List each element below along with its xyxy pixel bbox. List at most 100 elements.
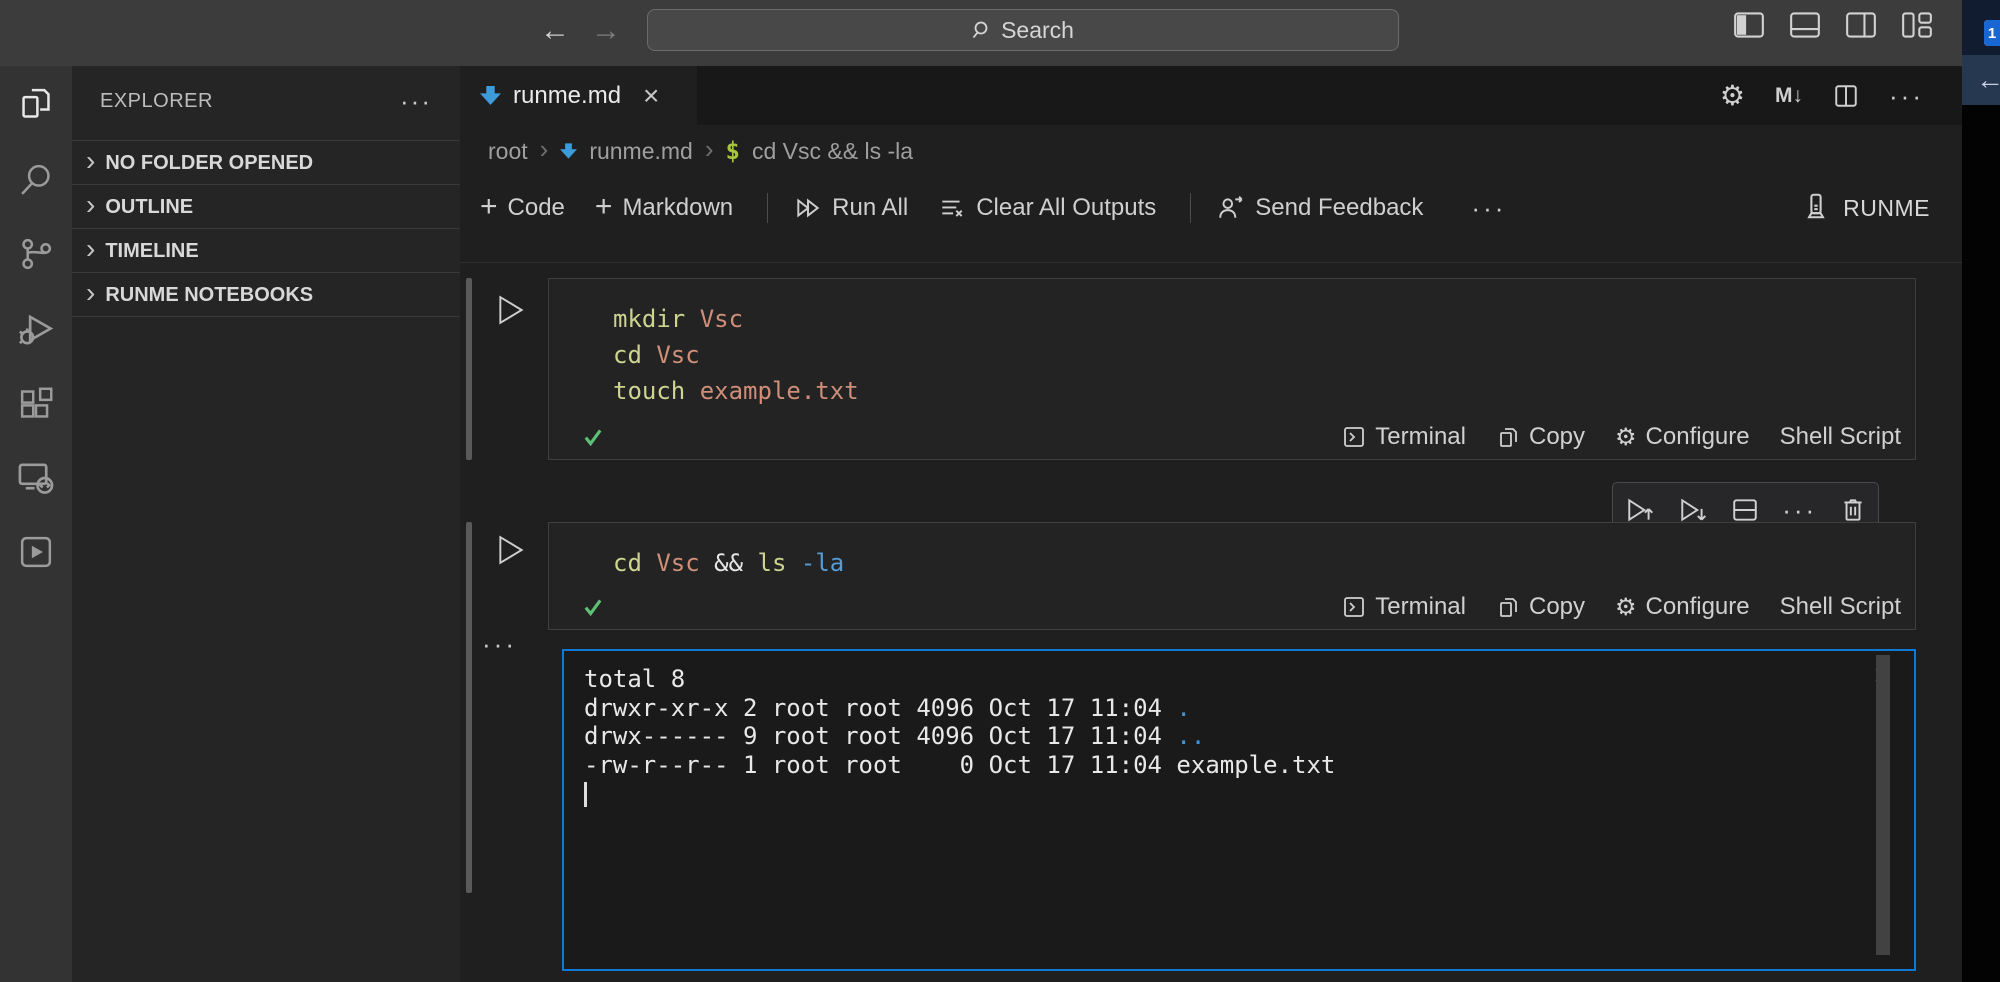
copy-icon	[1496, 425, 1520, 449]
activity-run-debug[interactable]	[0, 300, 72, 360]
shell-symbol: $	[726, 137, 740, 165]
code-line: mkdir Vsc	[613, 301, 1915, 337]
output-scrollbar[interactable]	[1876, 655, 1890, 955]
configure-button[interactable]: ⚙ Configure	[1615, 423, 1750, 451]
kernel-picker[interactable]: RUNME	[1803, 193, 1930, 223]
execute-above-icon[interactable]	[1625, 496, 1655, 524]
toggle-secondary-sidebar-icon[interactable]	[1846, 12, 1876, 38]
run-cell-button[interactable]	[497, 534, 525, 566]
add-code-button[interactable]: + Code	[480, 190, 565, 226]
cell-focus-indicator[interactable]	[466, 278, 472, 460]
adjacent-window-sliver: 1 ←	[1962, 0, 2000, 982]
cell-more-actions-icon[interactable]: ···	[1782, 505, 1817, 515]
run-all-button[interactable]: Run All	[794, 194, 908, 222]
breadcrumb-command[interactable]: cd Vsc && ls -la	[752, 138, 913, 165]
plus-icon: +	[480, 190, 498, 224]
kernel-label: RUNME	[1843, 195, 1930, 222]
section-label: TIMELINE	[105, 240, 198, 263]
tab-close-icon[interactable]: ×	[643, 80, 659, 112]
code-cell-2: cd Vsc && ls -la Terminal Copy	[548, 522, 1916, 630]
nav-forward-button[interactable]: →	[591, 13, 621, 49]
add-markdown-button[interactable]: + Markdown	[595, 190, 733, 226]
cell-language-picker[interactable]: Shell Script	[1780, 423, 1901, 451]
title-bar: ← → Search	[0, 0, 1962, 66]
cell-language-picker[interactable]: Shell Script	[1780, 593, 1901, 621]
markdown-preview-icon[interactable]: M↓	[1775, 84, 1803, 108]
breadcrumb-file[interactable]: runme.md	[589, 138, 693, 165]
search-label: Search	[1001, 17, 1074, 44]
configure-button[interactable]: ⚙ Configure	[1615, 593, 1750, 621]
git-branch-icon	[18, 236, 54, 272]
activity-extensions[interactable]	[0, 374, 72, 434]
play-icon	[497, 534, 525, 566]
activity-search[interactable]	[0, 150, 72, 210]
cell-1-code-editor[interactable]: mkdir Vsccd Vsctouch example.txt	[549, 279, 1915, 415]
tab-runme-md[interactable]: runme.md ×	[460, 66, 697, 125]
terminal-icon	[1342, 425, 1366, 449]
runme-kernel-icon	[1803, 193, 1829, 223]
code-line: drwxr-xr-x 2 root root 4096 Oct 17 11:04…	[584, 694, 1914, 723]
toggle-sidebar-icon[interactable]	[1734, 12, 1764, 38]
sidebar-more-actions[interactable]: ···	[400, 91, 432, 111]
activity-runme[interactable]	[0, 522, 72, 582]
section-label: RUNME NOTEBOOKS	[105, 284, 313, 307]
adjacent-window-tab-area: 1	[1962, 0, 2000, 55]
delete-cell-icon[interactable]	[1840, 496, 1866, 524]
chevron-collapsed-icon: ›	[86, 195, 95, 215]
gear-icon: ⚙	[1615, 423, 1637, 451]
terminal-icon	[1342, 595, 1366, 619]
run-cell-button[interactable]	[497, 294, 525, 326]
copy-button[interactable]: Copy	[1496, 423, 1585, 451]
nav-back-button[interactable]: ←	[540, 13, 570, 49]
search-icon	[972, 20, 992, 40]
notebook-more-actions-icon[interactable]: ···	[1471, 203, 1506, 213]
sidebar-section-timeline[interactable]: ›TIMELINE	[72, 228, 460, 273]
send-feedback-button[interactable]: Send Feedback	[1217, 194, 1423, 222]
sidebar-section-outline[interactable]: ›OUTLINE	[72, 184, 460, 229]
send-feedback-label: Send Feedback	[1255, 194, 1423, 222]
customize-layout-icon[interactable]	[1902, 12, 1932, 38]
sidebar-section-no-folder-opened[interactable]: ›NO FOLDER OPENED	[72, 140, 460, 185]
cell-focus-indicator[interactable]	[466, 522, 472, 893]
output-more-actions-icon[interactable]: ···	[482, 638, 517, 650]
add-markdown-label: Markdown	[622, 194, 733, 222]
breadcrumb: root › runme.md › $ cd Vsc && ls -la	[460, 125, 1962, 177]
terminal-output-text: total 8drwxr-xr-x 2 root root 4096 Oct 1…	[564, 651, 1914, 808]
copy-button[interactable]: Copy	[1496, 593, 1585, 621]
tab-bar: runme.md × ⚙ M↓ ···	[460, 66, 1962, 125]
editor-more-actions-icon[interactable]: ···	[1889, 91, 1924, 101]
terminal-button[interactable]: Terminal	[1342, 593, 1466, 621]
copy-icon	[1496, 595, 1520, 619]
plus-icon: +	[595, 190, 613, 224]
cell-2-code-editor[interactable]: cd Vsc && ls -la	[549, 523, 1915, 585]
activity-remote-explorer[interactable]	[0, 448, 72, 508]
adjacent-back-arrow-icon: ←	[1976, 64, 2000, 96]
terminal-button[interactable]: Terminal	[1342, 423, 1466, 451]
runme-file-icon	[480, 86, 501, 105]
clear-all-outputs-button[interactable]: Clear All Outputs	[938, 194, 1156, 222]
run-debug-icon	[17, 311, 55, 349]
clear-all-outputs-label: Clear All Outputs	[976, 194, 1156, 222]
toggle-panel-icon[interactable]	[1790, 12, 1820, 38]
breadcrumb-root[interactable]: root	[488, 138, 528, 165]
sidebar-explorer: EXPLORER ··· ›NO FOLDER OPENED›OUTLINE›T…	[72, 66, 460, 982]
terminal-cursor-line	[584, 779, 1914, 808]
code-line: cd Vsc && ls -la	[613, 545, 1915, 581]
adjacent-window-toolbar: ←	[1962, 55, 2000, 105]
runme-notebook-icon	[18, 534, 54, 570]
browser-favicon: 1	[1984, 20, 2000, 46]
split-cell-icon[interactable]	[1731, 497, 1759, 523]
cell-output-terminal[interactable]: total 8drwxr-xr-x 2 root root 4096 Oct 1…	[562, 649, 1916, 971]
run-all-icon	[794, 194, 822, 222]
split-editor-icon[interactable]	[1833, 83, 1859, 109]
editor-settings-gear-icon[interactable]: ⚙	[1720, 79, 1745, 112]
sidebar-section-runme-notebooks[interactable]: › RUNME NOTEBOOKS	[72, 272, 460, 317]
command-center-search[interactable]: Search	[647, 9, 1399, 51]
activity-source-control[interactable]	[0, 224, 72, 284]
code-line: -rw-r--r-- 1 root root 0 Oct 17 11:04 ex…	[584, 751, 1914, 780]
chevron-right-icon: ›	[540, 134, 549, 165]
execute-below-icon[interactable]	[1678, 496, 1708, 524]
section-label: NO FOLDER OPENED	[105, 152, 313, 175]
activity-explorer[interactable]	[0, 74, 72, 134]
chevron-collapsed-icon: ›	[86, 283, 95, 303]
